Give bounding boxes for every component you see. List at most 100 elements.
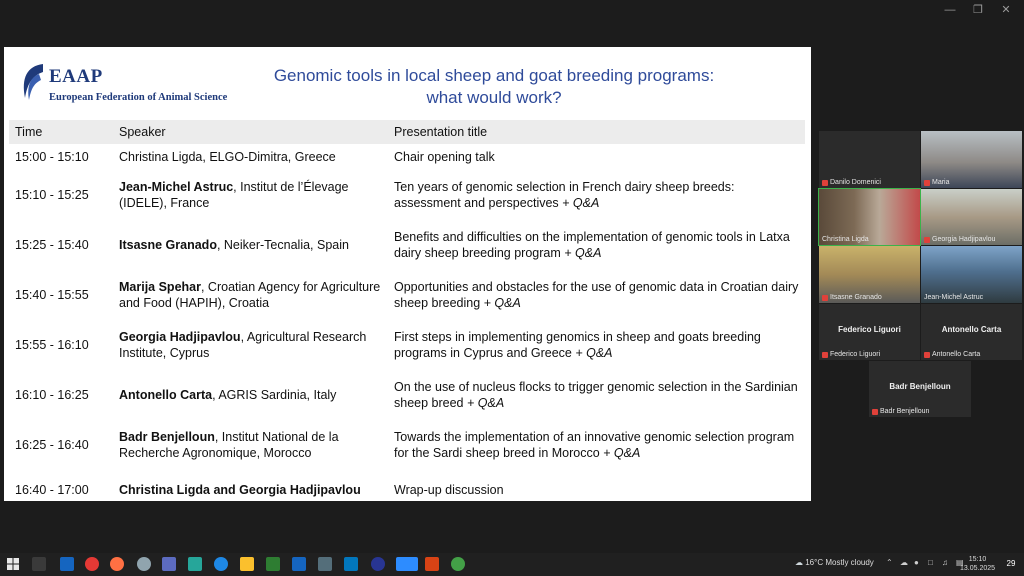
table-row: 15:10 - 15:25 Jean-Michel Astruc, Instit… — [9, 170, 805, 220]
app-icon[interactable] — [451, 557, 465, 571]
participant-tile-federico[interactable]: Federico Liguori Federico Liguori — [819, 304, 920, 360]
row-speaker: Badr Benjelloun, Institut National de la… — [119, 430, 339, 460]
app-icon[interactable] — [318, 557, 332, 571]
row-time: 15:40 - 15:55 — [15, 288, 89, 302]
row-time: 15:25 - 15:40 — [15, 238, 89, 252]
participant-name: Federico Liguori — [830, 351, 881, 358]
window-controls: — ❐ ✕ — [936, 2, 1020, 18]
header-time: Time — [9, 120, 113, 144]
app-icon[interactable] — [188, 557, 202, 571]
windows-start-icon[interactable] — [6, 557, 20, 571]
row-speaker: Christina Ligda and Georgia Hadjipavlou — [119, 483, 361, 497]
row-title: Wrap-up discussion — [394, 483, 504, 497]
weather-text: 16°C Mostly cloudy — [805, 558, 874, 567]
header-speaker: Speaker — [113, 120, 388, 144]
close-icon[interactable]: ✕ — [992, 2, 1020, 18]
clock[interactable]: 15:10 13.05.2025 — [960, 555, 995, 573]
app-icon[interactable] — [137, 557, 151, 571]
app-icon[interactable] — [371, 557, 385, 571]
eaap-logo: EAAP European Federation of Animal Scien… — [17, 52, 227, 107]
row-time: 15:55 - 16:10 — [15, 338, 89, 352]
speaker-icon[interactable]: ♫ — [942, 557, 951, 569]
logo-abbreviation: EAAP — [49, 66, 103, 87]
row-title: Ten years of genomic selection in French… — [394, 180, 735, 210]
participant-tile-danilo[interactable]: Danilo Domenici — [819, 131, 920, 188]
save-icon[interactable] — [162, 557, 176, 571]
header-title: Presentation title — [388, 120, 805, 144]
row-speaker: Jean-Michel Astruc, Institut de l’Élevag… — [119, 180, 349, 210]
participant-name: Badr Benjelloun — [880, 408, 930, 415]
participant-name: Georgia Hadjipavlou — [932, 236, 996, 243]
zoom-icon[interactable] — [396, 557, 418, 571]
clock-time: 15:10 — [968, 556, 987, 563]
row-speaker: Marija Spehar, Croatian Agency for Agric… — [119, 280, 381, 310]
restore-icon[interactable]: ❐ — [964, 2, 992, 18]
participant-tile-antonello[interactable]: Antonello Carta Antonello Carta — [921, 304, 1022, 360]
cloud-sync-icon[interactable]: ☁ — [900, 557, 909, 569]
display-icon[interactable]: □ — [928, 557, 937, 569]
participant-tile-badr[interactable]: Badr Benjelloun Badr Benjelloun — [869, 361, 971, 417]
participant-tile-christina[interactable]: Christina Ligda — [818, 188, 921, 246]
row-speaker: Georgia Hadjipavlou, Agricultural Resear… — [119, 330, 367, 360]
powerpoint-icon[interactable] — [425, 557, 439, 571]
participant-tile-georgia[interactable]: Georgia Hadjipavlou — [921, 189, 1022, 245]
participant-tile-maria[interactable]: Maria — [921, 131, 1022, 188]
minimize-icon[interactable]: — — [936, 2, 964, 18]
row-time: 15:00 - 15:10 — [15, 150, 89, 164]
shared-slide: EAAP European Federation of Animal Scien… — [4, 47, 811, 501]
row-time: 16:40 - 17:00 — [15, 483, 89, 497]
notification-icon[interactable]: 29 — [1004, 557, 1018, 571]
participant-display-name: Badr Benjelloun — [889, 382, 951, 392]
program-table: Time Speaker Presentation title 15:00 - … — [9, 120, 805, 510]
microphone-icon[interactable]: ● — [914, 557, 923, 569]
participant-tile-jeanmichel[interactable]: Jean-Michel Astruc — [921, 246, 1022, 303]
row-title: First steps in implementing genomics in … — [394, 330, 761, 360]
row-title: On the use of nucleus flocks to trigger … — [394, 380, 798, 410]
row-title: Towards the implementation of an innovat… — [394, 430, 795, 460]
chrome-icon[interactable] — [85, 557, 99, 571]
row-time: 16:25 - 16:40 — [15, 438, 89, 452]
chevron-up-icon[interactable]: ⌃ — [886, 557, 895, 569]
participant-name: Danilo Domenici — [830, 179, 881, 186]
table-row: 15:55 - 16:10 Georgia Hadjipavlou, Agric… — [9, 320, 805, 370]
file-explorer-icon[interactable] — [240, 557, 254, 571]
row-title: Opportunities and obstacles for the use … — [394, 280, 799, 310]
cloud-icon: ☁ — [795, 558, 803, 567]
firefox-icon[interactable] — [110, 557, 124, 571]
slide-title-line2: what would work? — [426, 88, 562, 107]
row-time: 15:10 - 15:25 — [15, 188, 89, 202]
row-speaker: Itsasne Granado, Neiker-Tecnalia, Spain — [119, 238, 349, 252]
slide-title: Genomic tools in local sheep and goat br… — [234, 65, 754, 109]
mic-muted-icon — [822, 179, 828, 186]
mic-muted-icon — [924, 179, 930, 186]
slide-title-line1: Genomic tools in local sheep and goat br… — [273, 66, 715, 85]
eaap-swirl-icon — [23, 64, 43, 100]
row-speaker: Christina Ligda, ELGO-Dimitra, Greece — [119, 150, 336, 164]
system-tray: ⌃ ☁ ● □ ♫ ▤ — [886, 557, 965, 569]
participant-name: Maria — [932, 179, 950, 186]
table-row: 16:25 - 16:40 Badr Benjelloun, Institut … — [9, 420, 805, 470]
outlook-icon[interactable] — [60, 557, 74, 571]
table-row: 15:00 - 15:10 Christina Ligda, ELGO-Dimi… — [9, 144, 805, 170]
participant-display-name: Federico Liguori — [838, 325, 901, 335]
mic-muted-icon — [924, 351, 930, 358]
notification-count: 29 — [1006, 559, 1016, 568]
task-view-icon[interactable] — [32, 557, 46, 571]
mic-muted-icon — [822, 294, 828, 301]
logo-full-name: European Federation of Animal Science — [49, 92, 228, 103]
clock-date: 13.05.2025 — [960, 565, 996, 572]
excel-icon[interactable] — [266, 557, 280, 571]
participant-display-name: Antonello Carta — [941, 325, 1002, 335]
participant-name: Jean-Michel Astruc — [924, 294, 984, 301]
store-icon[interactable] — [344, 557, 358, 571]
word-icon[interactable] — [292, 557, 306, 571]
row-speaker: Antonello Carta, AGRIS Sardinia, Italy — [119, 388, 337, 402]
table-row: 16:10 - 16:25 Antonello Carta, AGRIS Sar… — [9, 370, 805, 420]
participant-tile-itsasne[interactable]: Itsasne Granado — [819, 246, 920, 303]
table-row: 15:40 - 15:55 Marija Spehar, Croatian Ag… — [9, 270, 805, 320]
edge-icon[interactable] — [214, 557, 228, 571]
weather-widget[interactable]: ☁ 16°C Mostly cloudy — [795, 558, 874, 567]
mic-muted-icon — [924, 236, 930, 243]
mic-muted-icon — [822, 351, 828, 358]
participant-name: Itsasne Granado — [830, 294, 882, 301]
